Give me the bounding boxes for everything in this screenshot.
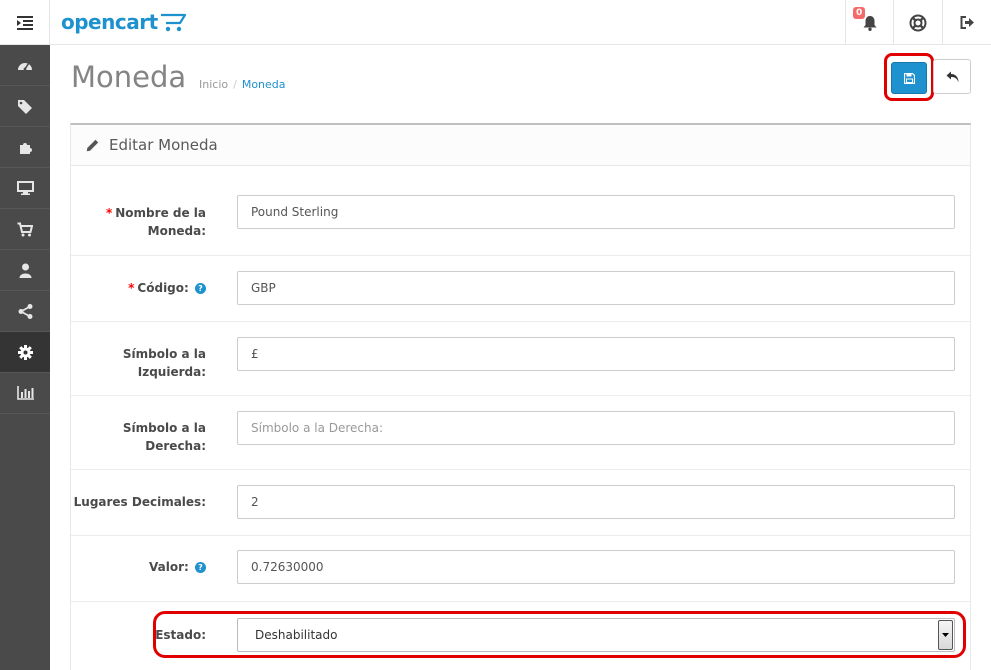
symbol-left-label-line2: Izquierda: bbox=[137, 365, 206, 379]
sidebar-item-catalog[interactable] bbox=[0, 86, 50, 127]
tags-icon bbox=[17, 99, 32, 114]
breadcrumb-current-link[interactable]: Moneda bbox=[242, 78, 286, 91]
code-label: * Código: ? bbox=[71, 279, 206, 297]
reply-icon bbox=[946, 71, 958, 82]
logout-button[interactable] bbox=[942, 0, 991, 45]
required-mark: * bbox=[105, 206, 113, 220]
pencil-icon bbox=[86, 139, 99, 151]
form-row-code: * Código: ? bbox=[71, 256, 970, 322]
panel-title: Editar Moneda bbox=[109, 136, 218, 154]
question-circle-icon[interactable]: ? bbox=[195, 283, 206, 294]
currency-code-input[interactable] bbox=[237, 271, 955, 305]
breadcrumb-home-link[interactable]: Inicio bbox=[199, 78, 228, 91]
menu-toggle-button[interactable] bbox=[0, 0, 50, 45]
notification-badge: 0 bbox=[853, 7, 866, 19]
currency-name-input[interactable] bbox=[237, 195, 955, 229]
sidebar-item-dashboard[interactable] bbox=[0, 45, 50, 86]
required-mark: * bbox=[128, 281, 135, 295]
help-button[interactable] bbox=[893, 0, 942, 45]
edit-currency-panel: Editar Moneda *Nombre de la Moneda: *Cód… bbox=[70, 123, 971, 670]
cart-icon bbox=[17, 222, 33, 236]
life-ring-icon bbox=[909, 14, 927, 31]
symbol-left-label-line1: Símbolo a la bbox=[122, 347, 206, 361]
form-row-symbol-left: Símbolo a la Izquierda: bbox=[71, 322, 970, 396]
puzzle-icon bbox=[19, 142, 32, 154]
panel-heading: Editar Moneda bbox=[71, 125, 970, 166]
desktop-icon bbox=[16, 181, 34, 195]
symbol-left-input[interactable] bbox=[237, 337, 955, 371]
currency-value-input[interactable] bbox=[237, 550, 955, 584]
breadcrumb: Inicio / Moneda bbox=[199, 78, 286, 91]
question-circle-icon[interactable]: ? bbox=[195, 562, 206, 573]
sidebar-item-customers[interactable] bbox=[0, 250, 50, 291]
form-row-value: Valor: ? bbox=[71, 536, 970, 602]
cart-logo-icon bbox=[160, 13, 186, 32]
name-label-line1: Nombre de la bbox=[115, 206, 206, 220]
cog-icon bbox=[17, 344, 33, 360]
sign-out-icon bbox=[960, 16, 974, 29]
page-title: Moneda bbox=[71, 60, 187, 94]
form-row-name: * Nombre de la Moneda: bbox=[71, 166, 970, 256]
decimal-place-label: Lugares Decimales: bbox=[73, 495, 206, 509]
value-label: Valor: ? bbox=[71, 558, 206, 576]
bar-chart-icon bbox=[16, 386, 34, 400]
status-select[interactable]: Deshabilitado bbox=[237, 618, 955, 652]
dashboard-icon bbox=[18, 63, 32, 71]
value-label-text: Valor: bbox=[149, 560, 189, 574]
top-header: opencart 0 bbox=[0, 0, 991, 45]
symbol-right-label-line1: Símbolo a la bbox=[122, 421, 206, 435]
status-selected-value: Deshabilitado bbox=[255, 628, 338, 642]
form-row-decimal-place: Lugares Decimales: bbox=[71, 470, 970, 536]
sidebar-item-marketing[interactable] bbox=[0, 291, 50, 332]
save-button-highlight bbox=[884, 53, 934, 101]
symbol-right-label-line2: Derecha: bbox=[145, 439, 206, 453]
breadcrumb-separator: / bbox=[233, 78, 237, 91]
symbol-right-input[interactable] bbox=[237, 411, 955, 445]
sidebar-item-sales[interactable] bbox=[0, 209, 50, 250]
user-icon bbox=[19, 263, 31, 278]
code-label-text: Código: bbox=[137, 281, 189, 295]
caret-down-icon bbox=[942, 633, 949, 637]
save-button[interactable] bbox=[891, 62, 927, 94]
form-row-symbol-right: Símbolo a la Derecha: bbox=[71, 396, 970, 470]
sidebar bbox=[0, 45, 50, 670]
back-button[interactable] bbox=[933, 59, 971, 94]
sidebar-item-reports[interactable] bbox=[0, 373, 50, 414]
sidebar-item-design[interactable] bbox=[0, 168, 50, 209]
select-arrow[interactable] bbox=[938, 620, 953, 650]
share-icon bbox=[18, 303, 32, 319]
opencart-logo[interactable]: opencart bbox=[61, 8, 186, 36]
symbol-left-label: Símbolo a la Izquierda: bbox=[71, 345, 206, 381]
floppy-disk-icon bbox=[903, 72, 915, 84]
sidebar-item-extensions[interactable] bbox=[0, 127, 50, 168]
notifications-button[interactable]: 0 bbox=[845, 0, 893, 45]
sidebar-item-system[interactable] bbox=[0, 332, 50, 373]
decimal-place-input[interactable] bbox=[237, 485, 955, 519]
indent-icon bbox=[16, 15, 33, 30]
name-label: * Nombre de la Moneda: bbox=[71, 204, 206, 240]
symbol-right-label: Símbolo a la Derecha: bbox=[71, 419, 206, 455]
name-label-line2: Moneda: bbox=[147, 224, 206, 238]
logo-text: opencart bbox=[61, 10, 158, 34]
